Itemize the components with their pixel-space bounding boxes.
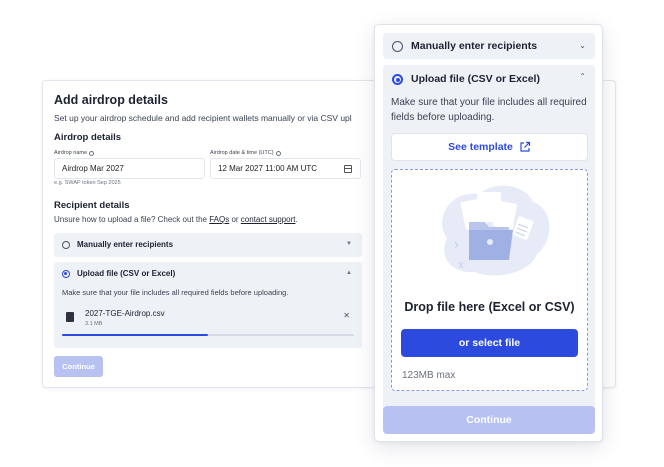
close-icon[interactable]: ✕: [343, 311, 350, 320]
info-icon[interactable]: [275, 150, 281, 156]
chevron-up-icon[interactable]: ⌃: [579, 72, 586, 81]
upload-description: Make sure that your file includes all re…: [391, 97, 587, 123]
upload-panel: Manually enter recipients ⌄ Upload file …: [374, 24, 603, 442]
see-template-button[interactable]: See template: [391, 133, 588, 161]
airdrop-name-input[interactable]: Airdrop Mar 2027: [54, 158, 205, 179]
drop-title: Drop file here (Excel or CSV): [404, 300, 575, 314]
airdrop-name-label: Airdrop name: [54, 150, 95, 156]
continue-button[interactable]: Continue: [383, 406, 595, 434]
airdrop-date-input[interactable]: 12 Mar 2027 11:00 AM UTC: [210, 158, 361, 179]
info-icon[interactable]: [89, 150, 95, 156]
radio-upload[interactable]: [62, 270, 70, 278]
option-upload-label[interactable]: Upload file (CSV or Excel): [411, 73, 540, 85]
upload-help-text: Unsure how to upload a file? Check out t…: [54, 215, 298, 224]
option-manual-recipients[interactable]: Manually enter recipients ▼: [54, 233, 362, 257]
upload-progress-fill: [62, 334, 208, 336]
option-manual-label: Manually enter recipients: [411, 40, 538, 52]
external-link-icon: [520, 141, 530, 152]
uploaded-file: 2027-TGE-Airdrop.csv 3.1 MB ✕: [62, 306, 354, 338]
see-template-label: See template: [448, 141, 513, 153]
upload-help-period: .: [295, 215, 298, 224]
upload-help-or: or: [229, 215, 241, 224]
option-manual-label: Manually enter recipients: [77, 240, 174, 249]
chevron-up-icon: ▲: [346, 270, 352, 276]
upload-description: Make sure that your file includes all re…: [62, 288, 289, 297]
chevron-down-icon: ⌄: [579, 41, 586, 50]
select-file-button[interactable]: or select file: [401, 329, 578, 357]
airdrop-name-value: Airdrop Mar 2027: [62, 164, 124, 173]
option-manual-recipients[interactable]: Manually enter recipients ⌄: [383, 33, 595, 59]
airdrop-date-value: 12 Mar 2027 11:00 AM UTC: [218, 164, 318, 173]
option-upload-file[interactable]: Upload file (CSV or Excel) ▲ Make sure t…: [54, 262, 362, 348]
file-icon: [66, 312, 74, 322]
max-file-size: 123MB max: [402, 370, 456, 381]
file-size: 3.1 MB: [85, 321, 103, 327]
calendar-icon[interactable]: [344, 165, 352, 173]
faqs-link[interactable]: FAQs: [209, 215, 229, 224]
recipient-details-heading: Recipient details: [54, 200, 130, 211]
option-upload-file: Upload file (CSV or Excel) ⌃ Make sure t…: [383, 65, 595, 419]
option-upload-label: Upload file (CSV or Excel): [77, 269, 176, 278]
upload-help-prefix: Unsure how to upload a file? Check out t…: [54, 215, 210, 224]
continue-button[interactable]: Continue: [54, 356, 103, 377]
radio-upload[interactable]: [392, 74, 403, 85]
airdrop-date-label-text: Airdrop date & time (UTC): [210, 150, 274, 156]
radio-manual[interactable]: [62, 241, 70, 249]
file-name: 2027-TGE-Airdrop.csv: [85, 309, 165, 318]
page-title: Add airdrop details: [54, 93, 168, 107]
folder-upload-illustration: [442, 185, 550, 276]
file-drop-zone[interactable]: Drop file here (Excel or CSV) or select …: [391, 169, 588, 391]
chevron-down-icon: ▼: [346, 241, 352, 247]
airdrop-name-label-text: Airdrop name: [54, 150, 88, 156]
page-subtitle: Set up your airdrop schedule and add rec…: [54, 113, 352, 123]
upload-progress-bar: [62, 334, 354, 336]
contact-support-link[interactable]: contact support: [241, 215, 296, 224]
airdrop-name-hint: e.g. SWAP token Sep 2025: [54, 180, 121, 186]
airdrop-details-heading: Airdrop details: [54, 132, 122, 143]
radio-manual[interactable]: [392, 41, 403, 52]
airdrop-date-label: Airdrop date & time (UTC): [210, 150, 281, 156]
